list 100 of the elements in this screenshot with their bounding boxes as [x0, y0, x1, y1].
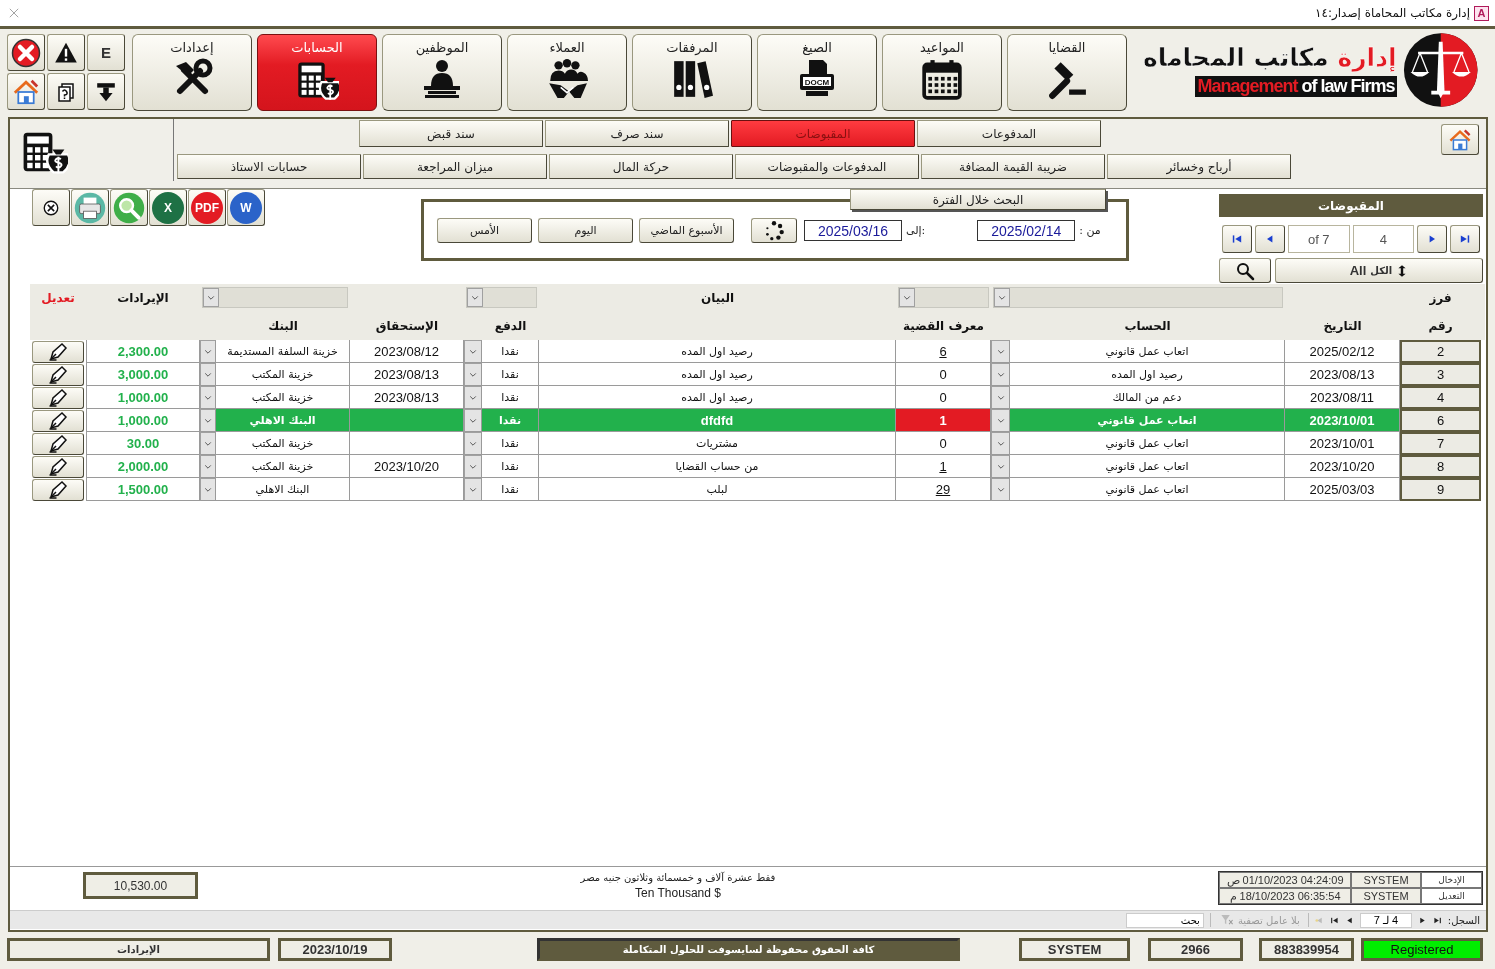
report-button[interactable]: المدفوعات والمقبوضات — [735, 154, 919, 179]
help-button[interactable] — [47, 73, 85, 110]
logo-subtitle: Management of law Firms — [1195, 76, 1397, 97]
download-button[interactable] — [87, 73, 125, 110]
previous-button[interactable] — [1255, 225, 1285, 253]
date-field[interactable]: 2025/03/16 — [804, 220, 902, 241]
period-button[interactable]: اليوم — [538, 218, 633, 243]
next-button[interactable] — [1417, 225, 1447, 253]
excel-export-button[interactable]: X — [149, 189, 187, 226]
report-button[interactable]: حسابات الاستاذ — [177, 154, 361, 179]
first-button[interactable] — [1222, 225, 1252, 253]
chevron-icon — [995, 485, 1006, 494]
sub-tab[interactable]: سند صرف — [545, 120, 729, 147]
module-tab[interactable]: الموظفين — [382, 34, 502, 111]
report-button[interactable]: ميزان المراجعة — [363, 154, 547, 179]
edit-button[interactable] — [32, 478, 84, 501]
module-tab[interactable]: المواعيد — [882, 34, 1002, 111]
dropdown-button[interactable] — [200, 363, 216, 386]
dropdown-button[interactable] — [991, 432, 1010, 455]
close-button[interactable] — [32, 189, 70, 226]
module-tab[interactable]: المرفقات — [632, 34, 752, 111]
period-button[interactable]: الأمس — [437, 218, 532, 243]
help-icon — [56, 80, 76, 103]
table-cell: التعديل — [1421, 888, 1482, 904]
sub-tab[interactable]: المدفوعات — [917, 120, 1101, 147]
table-cell: 2023/10/20 — [350, 455, 464, 478]
report-button[interactable]: أرباح وخسائر — [1107, 154, 1291, 179]
table-cell: نقدا — [482, 478, 539, 501]
dropdown-button[interactable] — [200, 455, 216, 478]
module-tab[interactable]: إعدادات — [132, 34, 252, 111]
table-cell: الإدخال — [1421, 872, 1482, 888]
filter-combo[interactable] — [466, 287, 537, 308]
table-cell: 2023/10/20 — [1285, 455, 1400, 478]
dropdown-button[interactable] — [200, 432, 216, 455]
table-cell: 1,000.00 — [86, 386, 200, 409]
filter-combo[interactable] — [898, 287, 989, 308]
word-export-button[interactable]: W — [227, 189, 265, 226]
edit-button[interactable] — [32, 455, 84, 478]
pdf-export-button[interactable]: PDF — [188, 189, 226, 226]
dropdown-button[interactable] — [464, 409, 482, 432]
table-cell: اتعاب عمل قانوني — [1010, 409, 1285, 432]
table-cell: 2025/02/12 — [1285, 340, 1400, 363]
table-cell: 2023/08/13 — [350, 386, 464, 409]
dropdown-button[interactable] — [464, 340, 482, 363]
dropdown-button[interactable] — [200, 386, 216, 409]
record-field[interactable]: 4 لـ 7 — [1359, 912, 1412, 928]
sub-tab[interactable]: سند قبض — [359, 120, 543, 147]
table-cell: رصيد اول المده — [1010, 363, 1285, 386]
last-button[interactable] — [1450, 225, 1480, 253]
dropdown-button[interactable] — [464, 455, 482, 478]
edit-button[interactable] — [32, 340, 84, 363]
record-label: السجل: — [1447, 914, 1480, 926]
search-button[interactable] — [1219, 258, 1271, 283]
dropdown-button[interactable] — [464, 432, 482, 455]
dropdown-button[interactable] — [464, 386, 482, 409]
chevron-icon — [203, 370, 213, 379]
refresh-button[interactable] — [751, 218, 797, 243]
warning-button[interactable] — [47, 34, 85, 71]
scales-icon — [1402, 32, 1478, 108]
period-button[interactable]: الأسبوع الماضي — [639, 218, 734, 243]
table-cell: اتعاب عمل قانوني — [1010, 478, 1285, 501]
dropdown-button[interactable] — [991, 363, 1010, 386]
status-date: 2023/10/19 — [278, 938, 392, 961]
home-button[interactable] — [1441, 124, 1479, 155]
dropdown-button[interactable] — [991, 478, 1010, 501]
letter-button[interactable]: E — [87, 34, 125, 71]
dropdown-button[interactable] — [464, 478, 482, 501]
report-button[interactable]: ضريبة القيمة المضافة — [921, 154, 1105, 179]
date-field[interactable]: 2025/02/14 — [977, 220, 1076, 241]
filter-combo[interactable] — [202, 287, 348, 308]
row-number: 4 — [1400, 386, 1481, 409]
edit-button[interactable] — [32, 409, 84, 432]
dropdown-button[interactable] — [200, 478, 216, 501]
dropdown-button[interactable] — [991, 455, 1010, 478]
module-tab[interactable]: الحسابات — [257, 34, 377, 111]
chevron-icon — [468, 370, 478, 379]
module-tab[interactable]: العملاء — [507, 34, 627, 111]
table-cell: 0 — [896, 386, 991, 409]
module-tab[interactable]: القضايا — [1007, 34, 1127, 111]
edit-button[interactable] — [32, 386, 84, 409]
chevron-icon — [995, 439, 1006, 448]
close-button[interactable] — [7, 34, 45, 71]
record-field[interactable]: 4 — [1352, 225, 1414, 253]
report-button[interactable]: حركة المال — [549, 154, 733, 179]
home-button[interactable] — [7, 73, 45, 110]
dropdown-button[interactable] — [991, 409, 1010, 432]
search-button[interactable] — [110, 189, 148, 226]
dropdown-button[interactable] — [464, 363, 482, 386]
registration-status: Registered — [1361, 938, 1483, 961]
edit-button[interactable] — [32, 363, 84, 386]
spinner-icon — [763, 219, 785, 242]
edit-button[interactable] — [32, 432, 84, 455]
search-field[interactable]: بحث — [1125, 912, 1204, 928]
dropdown-button[interactable] — [991, 386, 1010, 409]
column-header: الدفع — [493, 318, 528, 333]
dropdown-button[interactable] — [200, 340, 216, 363]
dropdown-button[interactable] — [991, 340, 1010, 363]
print-button[interactable] — [71, 189, 109, 226]
table-cell: اتعاب عمل قانوني — [1010, 340, 1285, 363]
dropdown-button[interactable] — [200, 409, 216, 432]
